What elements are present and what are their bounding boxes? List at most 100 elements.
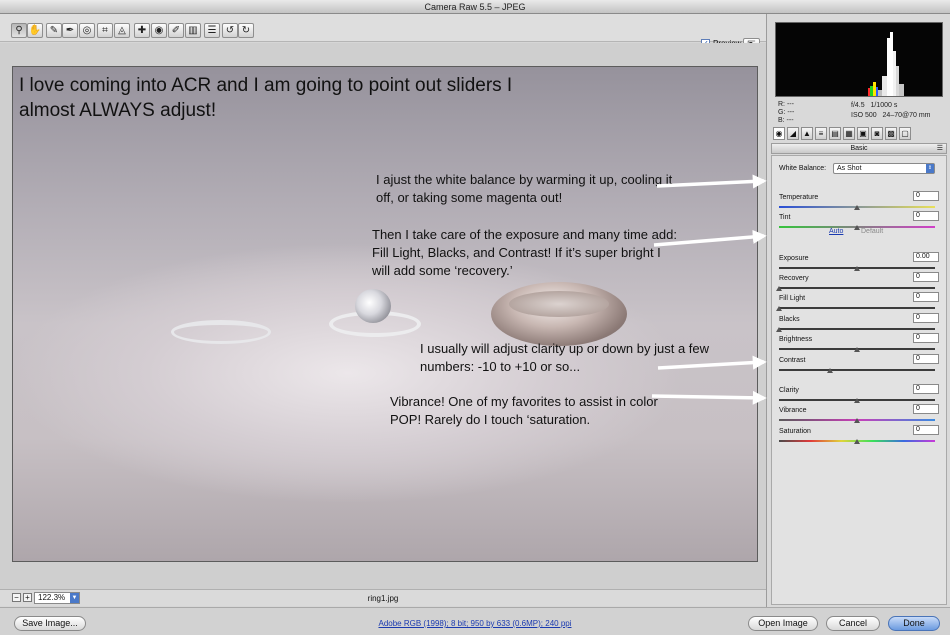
slider-saturation[interactable]: Saturation 0 <box>779 425 939 448</box>
section-title: Basic <box>850 145 868 152</box>
fill-light-track[interactable] <box>779 307 935 309</box>
temperature-label: Temperature <box>779 194 819 201</box>
clarity-value-input[interactable]: 0 <box>913 384 939 394</box>
detail-icon: ▲ <box>803 129 811 138</box>
rotate-left-button[interactable]: ↺ <box>222 23 238 38</box>
temperature-thumb[interactable] <box>854 205 860 210</box>
blacks-track[interactable] <box>779 328 935 330</box>
cancel-button[interactable]: Cancel <box>826 616 880 631</box>
tab-snapshots[interactable]: ▢ <box>899 127 911 140</box>
filename: ring1.jpg <box>367 594 399 603</box>
image-canvas[interactable]: I love coming into ACR and I am going to… <box>0 43 766 589</box>
vibrance-thumb[interactable] <box>854 418 860 423</box>
brightness-thumb[interactable] <box>854 347 860 352</box>
saturation-thumb[interactable] <box>854 439 860 444</box>
spot-removal-tool[interactable]: ✚ <box>134 23 150 38</box>
zoom-tool[interactable]: ⚲ <box>11 23 27 38</box>
panel-menu-icon[interactable]: ☰ <box>937 144 943 153</box>
hsl-icon: ≡ <box>818 129 824 138</box>
wedding-band-highlight <box>509 291 609 317</box>
tab-lens[interactable]: ▦ <box>843 127 855 140</box>
chevron-updown-icon: ⇕ <box>926 164 934 173</box>
workflow-options-link[interactable]: Adobe RGB (1998); 8 bit; 950 by 633 (0.6… <box>300 619 650 628</box>
slider-vibrance[interactable]: Vibrance 0 <box>779 404 939 427</box>
adjustment-brush-tool[interactable]: ✐ <box>168 23 184 38</box>
blacks-value-input[interactable]: 0 <box>913 313 939 323</box>
rotate-right-icon: ↻ <box>241 25 251 36</box>
tab-split-toning[interactable]: ▤ <box>829 127 841 140</box>
recovery-thumb[interactable] <box>776 286 782 291</box>
white-balance-value: As Shot <box>837 165 862 172</box>
open-image-button[interactable]: Open Image <box>748 616 818 631</box>
preferences-button[interactable]: ☰ <box>204 23 220 38</box>
brush-icon: ✐ <box>171 25 181 36</box>
tab-detail[interactable]: ▲ <box>801 127 813 140</box>
eye-icon: ◉ <box>154 25 164 36</box>
curve-icon: ◢ <box>789 129 797 138</box>
histogram-bar <box>868 88 870 96</box>
slider-brightness[interactable]: Brightness 0 <box>779 333 939 356</box>
fill-light-value-input[interactable]: 0 <box>913 292 939 302</box>
vibrance-value-input[interactable]: 0 <box>913 404 939 414</box>
snapshot-icon: ▢ <box>901 129 909 138</box>
rotate-right-button[interactable]: ↻ <box>238 23 254 38</box>
tint-value-input[interactable]: 0 <box>913 211 939 221</box>
crop-icon: ⌗ <box>102 25 108 36</box>
save-image-button[interactable]: Save Image... <box>14 616 86 631</box>
thin-ring <box>171 320 271 344</box>
saturation-value-input[interactable]: 0 <box>913 425 939 435</box>
exposure-label: Exposure <box>779 255 809 262</box>
readout-g: G: --- <box>778 109 795 116</box>
contrast-thumb[interactable] <box>827 368 834 373</box>
note-vibrance: Vibrance! One of my favorites to assist … <box>390 394 658 427</box>
straighten-tool[interactable]: ◬ <box>114 23 130 38</box>
tint-label: Tint <box>779 214 791 221</box>
fill-light-thumb[interactable] <box>776 306 782 311</box>
lens: 24–70@70 mm <box>882 112 931 119</box>
tab-effects[interactable]: ▣ <box>857 127 869 140</box>
iso: ISO 500 <box>851 112 877 119</box>
split-tone-icon: ▤ <box>831 129 839 138</box>
note-exposure: Then I take care of the exposure and man… <box>372 227 677 278</box>
white-balance-label: White Balance: <box>779 165 827 172</box>
blacks-label: Blacks <box>779 316 800 323</box>
tab-tone-curve[interactable]: ◢ <box>787 127 799 140</box>
hand-tool[interactable]: ✋ <box>27 23 43 38</box>
engagement-ring-stone <box>355 289 391 323</box>
readout-b: B: --- <box>778 117 794 124</box>
aperture: f/4.5 <box>851 102 865 109</box>
contrast-track[interactable] <box>779 369 935 371</box>
color-sampler-tool[interactable]: ✒ <box>62 23 78 38</box>
recovery-value-input[interactable]: 0 <box>913 272 939 282</box>
red-eye-tool[interactable]: ◉ <box>151 23 167 38</box>
slider-fill-light[interactable]: Fill Light 0 <box>776 292 939 315</box>
tint-thumb[interactable] <box>854 225 860 230</box>
contrast-value-input[interactable]: 0 <box>913 354 939 364</box>
tab-camera-calibration[interactable]: ◙ <box>871 127 883 140</box>
slider-contrast[interactable]: Contrast 0 <box>779 354 939 377</box>
recovery-track[interactable] <box>779 287 935 289</box>
crop-tool[interactable]: ⌗ <box>97 23 113 38</box>
clarity-thumb[interactable] <box>854 398 860 403</box>
exposure-value-input[interactable]: 0.00 <box>913 252 939 262</box>
magnifier-icon: ⚲ <box>15 25 23 36</box>
slider-tint[interactable]: Tint 0 <box>779 211 939 234</box>
graduated-filter-tool[interactable]: ▥ <box>185 23 201 38</box>
exposure-thumb[interactable] <box>854 266 860 271</box>
clarity-label: Clarity <box>779 387 799 394</box>
tab-hsl[interactable]: ≡ <box>815 127 827 140</box>
done-button[interactable]: Done <box>888 616 940 631</box>
camera-icon: ◙ <box>874 129 880 138</box>
temperature-value-input[interactable]: 0 <box>913 191 939 201</box>
targeted-adjustment-tool[interactable]: ◎ <box>79 23 95 38</box>
white-balance-select[interactable]: As Shot ⇕ <box>833 163 935 174</box>
blacks-thumb[interactable] <box>776 327 782 332</box>
photo-preview: I love coming into ACR and I am going to… <box>12 66 758 562</box>
histogram <box>775 22 943 97</box>
brightness-value-input[interactable]: 0 <box>913 333 939 343</box>
white-balance-tool[interactable]: ✎ <box>46 23 62 38</box>
tab-basic[interactable]: ◉ <box>773 127 785 140</box>
tab-presets[interactable]: ▩ <box>885 127 897 140</box>
gradient-icon: ▥ <box>188 25 198 36</box>
target-icon: ◎ <box>82 25 92 36</box>
